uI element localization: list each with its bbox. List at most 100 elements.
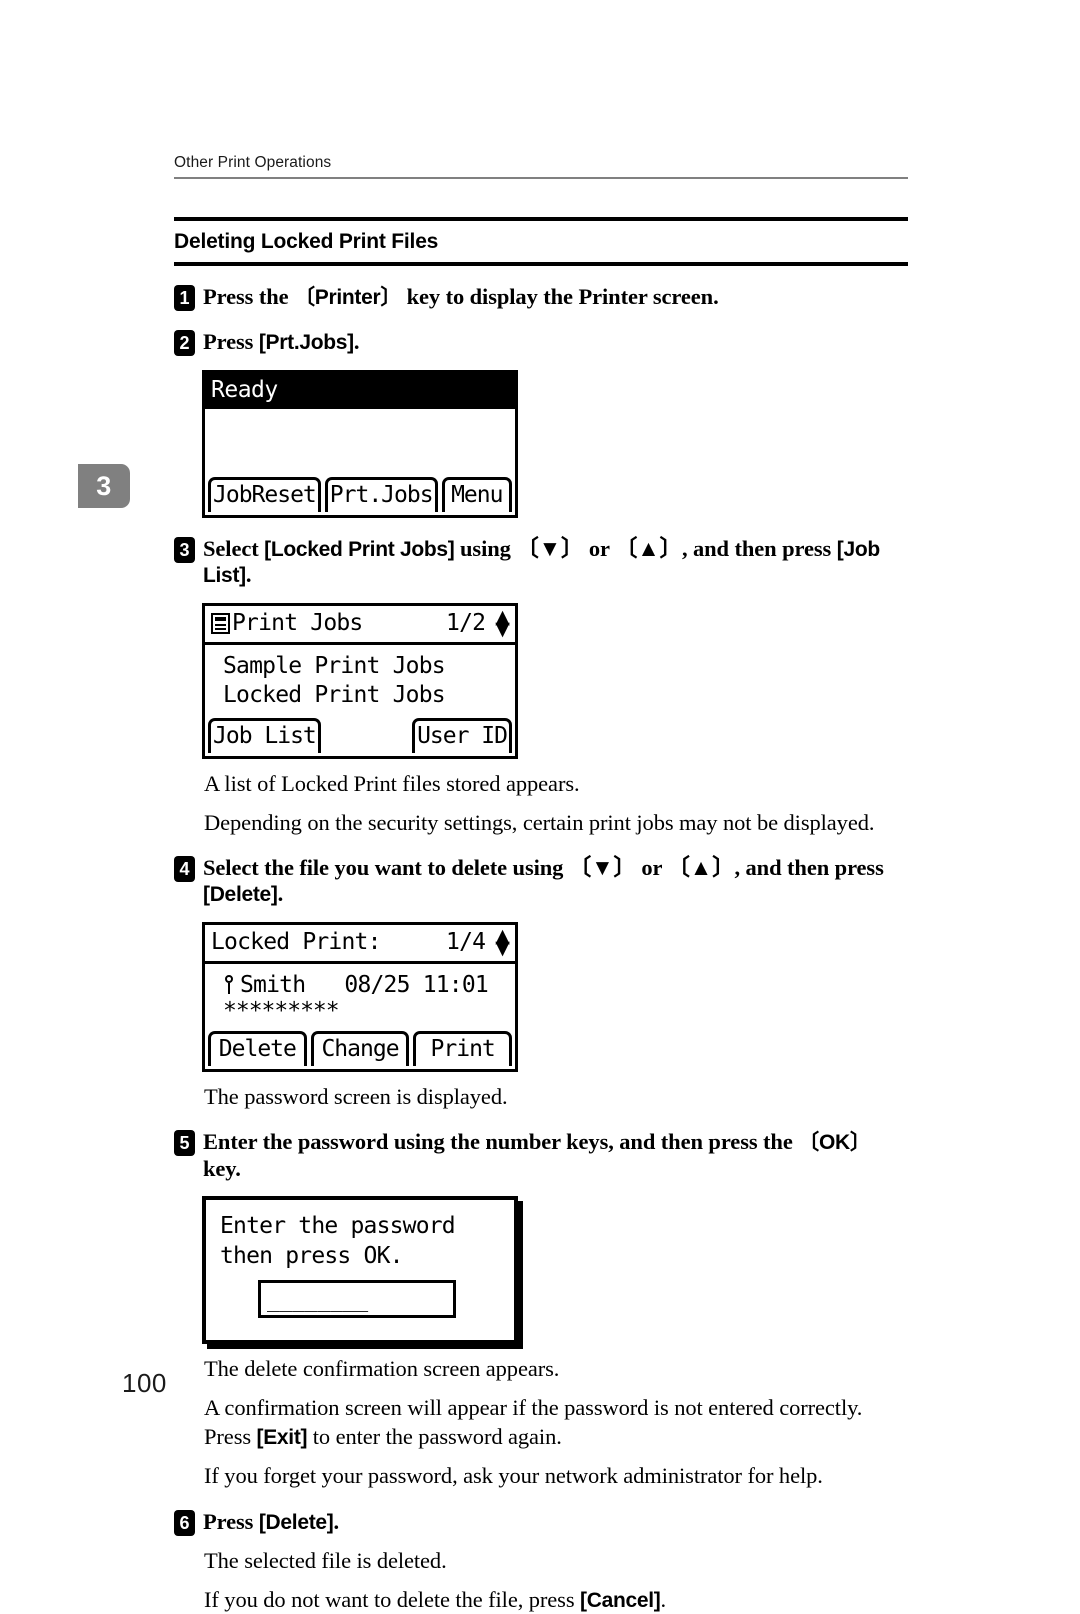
lcd-softkey-row: Job List User ID xyxy=(205,714,515,756)
step-4-part-0: Select the file you want to delete using… xyxy=(203,855,884,881)
step-4-part-2: . xyxy=(277,881,284,907)
step-3-part-4: . xyxy=(245,562,252,588)
document-list-icon xyxy=(211,613,230,635)
step-text: Press [Prt.Jobs]. xyxy=(203,329,359,355)
file-timestamp: 08/25 11:01 xyxy=(344,972,488,999)
note-cancel: If you do not want to delete the file, p… xyxy=(204,1585,908,1614)
step-3-part-2: using 〔▼〕 or 〔▲〕, and then press xyxy=(454,536,837,562)
lcd-file-entry: Smith 08/25 11:01 ********* xyxy=(205,964,515,1027)
step-text: Press [Delete]. xyxy=(203,1509,339,1535)
lcd-empty-area xyxy=(205,409,515,473)
step-text: Enter the password using the number keys… xyxy=(203,1129,908,1181)
head-spacer xyxy=(174,179,908,217)
password-input[interactable]: ________ xyxy=(258,1279,456,1318)
softkey-jobreset[interactable]: JobReset xyxy=(208,477,321,513)
lcd-header: Locked Print: 1/4 ▲ ▼ xyxy=(205,925,515,965)
prt-jobs-label: [Prt.Jobs] xyxy=(258,331,354,355)
running-head: Other Print Operations xyxy=(174,154,332,171)
lcd-softkey-row: JobReset Prt.Jobs Menu xyxy=(205,473,515,515)
page-number: 100 xyxy=(122,1368,167,1398)
step-2-part-2: . xyxy=(353,329,360,355)
step-text: Select [Locked Print Jobs] using 〔▼〕 or … xyxy=(203,536,908,589)
step-1-part-0: Press the xyxy=(203,284,295,310)
manual-page: 3 Other Print Operations Deleting Locked… xyxy=(0,0,1080,1612)
page-content: Other Print Operations Deleting Locked P… xyxy=(174,154,908,1614)
step-number-badge: 4 xyxy=(174,856,195,883)
lcd-password-screen: Enter the password then press OK. ______… xyxy=(202,1195,518,1344)
file-row[interactable]: Smith 08/25 11:01 xyxy=(211,971,509,1000)
lcd-password-wrap: Enter the password then press OK. ______… xyxy=(202,1195,908,1344)
step-2: 2 Press [Prt.Jobs]. xyxy=(174,329,908,357)
note-security-settings: Depending on the security settings, cert… xyxy=(204,810,875,836)
note-password-screen: The password screen is displayed. xyxy=(204,1084,508,1110)
note-wrong-password-post: to enter the password again. xyxy=(307,1424,562,1450)
step-5: 5 Enter the password using the number ke… xyxy=(174,1129,908,1181)
lcd-ready-wrap: Ready JobReset Prt.Jobs Menu xyxy=(202,370,908,519)
scroll-updown-icon: ▲ ▼ xyxy=(495,924,510,959)
page-title: Deleting Locked Print Files xyxy=(174,230,439,254)
file-name-masked: ********* xyxy=(223,998,340,1025)
step-number-badge: 3 xyxy=(174,537,195,564)
softkey-change[interactable]: Change xyxy=(310,1031,410,1067)
step-number-badge: 6 xyxy=(174,1509,195,1536)
softkey-user-id[interactable]: User ID xyxy=(412,717,512,753)
step-6-part-2: . xyxy=(333,1508,340,1534)
step-2-part-0: Press xyxy=(203,329,259,355)
step-text: Select the file you want to delete using… xyxy=(203,855,908,907)
step-4: 4 Select the file you want to delete usi… xyxy=(174,855,908,907)
note-cancel-pre: If you do not want to delete the file, p… xyxy=(204,1586,581,1612)
step-1: 1 Press the 〔Printer〕 key to display the… xyxy=(174,284,908,312)
note-cancel-post: . xyxy=(660,1586,667,1612)
delete-label: [Delete] xyxy=(258,1510,334,1534)
step-number-badge: 5 xyxy=(174,1130,195,1157)
lcd-header: Print Jobs 1/2 ▲ ▼ xyxy=(205,606,515,646)
lcd-softkey-row: Delete Change Print xyxy=(205,1027,515,1069)
step-5-part-0: Enter the password using the number keys… xyxy=(203,1129,799,1155)
step-6: 6 Press [Delete]. xyxy=(174,1509,908,1536)
ok-keycap: 〔OK〕 xyxy=(798,1131,871,1155)
chapter-tab: 3 xyxy=(78,464,130,508)
password-prompt-line2: then press OK. xyxy=(220,1242,403,1269)
lcd-locked-print-screen: Locked Print: 1/4 ▲ ▼ Smith 08/25 11:01 *… xyxy=(202,921,518,1073)
lcd-page-indicator: 1/4 xyxy=(446,929,486,956)
step-1-part-2: key to display the Printer screen. xyxy=(401,284,719,310)
lcd-status-bar: Ready xyxy=(205,373,515,410)
cancel-label: [Cancel] xyxy=(580,1588,661,1612)
softkey-prtjobs[interactable]: Prt.Jobs xyxy=(324,477,438,513)
exit-label: [Exit] xyxy=(256,1426,308,1450)
lcd-locked-print-wrap: Locked Print: 1/4 ▲ ▼ Smith 08/25 11:01 *… xyxy=(202,921,908,1073)
softkey-delete[interactable]: Delete xyxy=(208,1031,307,1067)
note-delete-confirmation: The delete confirmation screen appears. xyxy=(204,1355,560,1381)
step-3-part-0: Select xyxy=(203,536,265,562)
step-number-badge: 2 xyxy=(174,330,195,357)
password-input-value: ________ xyxy=(267,1287,369,1312)
file-user: Smith xyxy=(240,972,306,999)
step-text: Press the 〔Printer〕 key to display the P… xyxy=(203,284,719,310)
key-icon xyxy=(223,975,237,995)
lcd-print-jobs-wrap: Print Jobs 1/2 ▲ ▼ Sample Print Jobs Lock… xyxy=(202,602,908,759)
note-wrong-password: A confirmation screen will appear if the… xyxy=(204,1393,908,1452)
note-forgot-password: If you forget your password, ask your ne… xyxy=(204,1463,823,1489)
note-file-deleted: The selected file is deleted. xyxy=(204,1547,447,1573)
softkey-menu[interactable]: Menu xyxy=(441,477,512,513)
printer-keycap: 〔Printer〕 xyxy=(294,286,402,310)
softkey-empty xyxy=(325,744,408,753)
scroll-updown-icon: ▲ ▼ xyxy=(495,605,510,640)
lcd-title: Locked Print: xyxy=(211,929,381,956)
locked-print-jobs-label: [Locked Print Jobs] xyxy=(264,538,455,562)
softkey-print[interactable]: Print xyxy=(413,1031,513,1067)
section-rule-bottom xyxy=(174,262,908,267)
lcd-ready-screen: Ready JobReset Prt.Jobs Menu xyxy=(202,370,518,519)
lcd-title: Print Jobs xyxy=(232,610,363,637)
step-3: 3 Select [Locked Print Jobs] using 〔▼〕 o… xyxy=(174,536,908,589)
list-item[interactable]: Sample Print Jobs xyxy=(211,652,509,681)
list-item-selected[interactable]: Locked Print Jobs xyxy=(223,682,446,708)
lcd-page-indicator: 1/2 xyxy=(446,610,486,637)
step-5-part-2: key. xyxy=(203,1155,241,1181)
step-number-badge: 1 xyxy=(174,285,195,312)
lcd-list: Sample Print Jobs Locked Print Jobs xyxy=(205,645,515,714)
note-list-appears: A list of Locked Print files stored appe… xyxy=(204,770,580,796)
softkey-job-list[interactable]: Job List xyxy=(208,717,321,753)
password-prompt-line1: Enter the password xyxy=(220,1212,456,1239)
step-6-part-0: Press xyxy=(203,1508,259,1534)
